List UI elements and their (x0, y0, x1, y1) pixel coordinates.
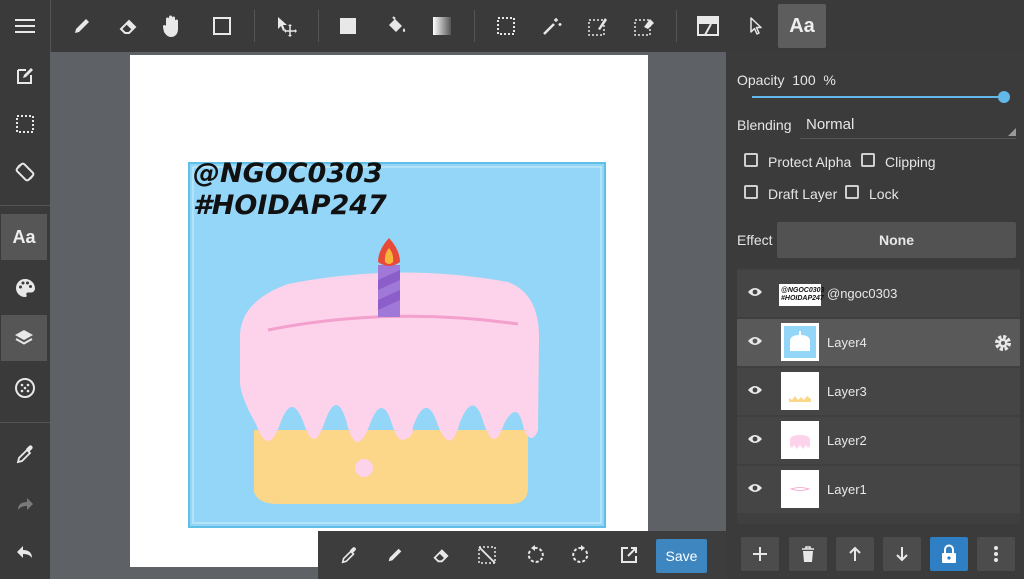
visibility-eye-icon[interactable] (747, 384, 763, 396)
layer-thumbnail: @NGOC0303 #HOIDAP247 (779, 284, 824, 306)
blending-select[interactable]: Normal (800, 112, 1016, 139)
rotate-left-icon[interactable] (516, 537, 554, 573)
pen-icon[interactable] (376, 537, 414, 573)
draft-layer-label: Draft Layer (768, 186, 838, 202)
rotate-right-icon[interactable] (562, 537, 600, 573)
more-vert-icon (994, 546, 998, 562)
hand-tool-icon[interactable] (150, 0, 194, 52)
visibility-eye-icon[interactable] (747, 286, 763, 298)
arrow-up-icon (849, 546, 861, 561)
layer-row-selected[interactable]: Layer4 (737, 319, 1020, 366)
text-tool-label: Aa (789, 14, 815, 37)
effect-value: None (879, 232, 914, 248)
visibility-eye-icon[interactable] (747, 335, 763, 347)
effect-button[interactable]: None (777, 222, 1016, 258)
move-selection-icon[interactable] (264, 0, 308, 52)
visibility-eye-icon[interactable] (747, 433, 763, 445)
sidebar-text-label: Aa (12, 226, 36, 247)
artwork-text-line1: @NGOC0303 (193, 158, 383, 189)
materials-icon[interactable] (0, 367, 50, 409)
layer-name: Layer4 (827, 335, 867, 350)
undo-icon[interactable] (0, 531, 50, 573)
selection-icon[interactable] (0, 103, 50, 145)
export-icon[interactable] (610, 537, 648, 573)
text-tool-button[interactable]: Aa (778, 4, 826, 48)
opacity-unit: % (823, 72, 836, 88)
select-eraser-icon[interactable] (622, 0, 666, 52)
fill-color-icon[interactable] (326, 0, 370, 52)
layer-row[interactable]: Layer1 (737, 466, 1020, 513)
arrow-down-icon (896, 547, 908, 562)
protect-alpha-checkbox[interactable] (744, 153, 758, 167)
layer-row[interactable]: Layer3 (737, 368, 1020, 415)
plus-icon (753, 547, 767, 561)
layer-thumbnail (781, 323, 819, 361)
lock-checkbox[interactable] (845, 185, 859, 199)
delete-layer-button[interactable] (789, 537, 827, 571)
layer-menu-button[interactable] (977, 537, 1015, 571)
pointer-icon[interactable] (734, 0, 778, 52)
rotate-canvas-icon[interactable] (0, 151, 50, 193)
layer-name: Layer1 (827, 482, 867, 497)
eyedropper-icon[interactable] (0, 433, 50, 475)
layer-thumbnail (781, 421, 819, 459)
select-pen-icon[interactable] (576, 0, 620, 52)
layer-thumbnail (781, 470, 819, 508)
rectangle-tool-icon[interactable] (200, 0, 244, 52)
opacity-label: Opacity 100 % (737, 72, 836, 88)
layer-thumbnail (781, 372, 819, 410)
trash-icon (802, 545, 814, 562)
layer-name: Layer2 (827, 433, 867, 448)
opacity-slider-thumb[interactable] (998, 91, 1010, 103)
eraser-icon[interactable] (422, 537, 460, 573)
layer-name: Layer3 (827, 384, 867, 399)
artwork-text-line2: #HOIDAP247 (193, 190, 387, 221)
clipping-checkbox[interactable] (861, 153, 875, 167)
frame-divider-icon[interactable] (686, 0, 730, 52)
blending-label: Blending (737, 117, 792, 133)
protect-alpha-label: Protect Alpha (768, 154, 852, 170)
palette-icon[interactable] (0, 267, 50, 309)
deselect-icon[interactable] (468, 537, 506, 573)
gradient-tool-icon[interactable] (420, 0, 464, 52)
eraser-tool-icon[interactable] (106, 0, 150, 52)
blending-value: Normal (806, 116, 855, 133)
artwork-text: @NGOC0303 #HOIDAP247 (193, 158, 387, 222)
layer-name: @ngoc0303 (827, 286, 898, 301)
add-layer-button[interactable] (741, 537, 779, 571)
bucket-tool-icon[interactable] (374, 0, 418, 52)
eyedropper-icon[interactable] (330, 537, 368, 573)
menu-icon[interactable] (0, 0, 50, 52)
draft-layer-checkbox[interactable] (744, 185, 758, 199)
move-layer-down-button[interactable] (883, 537, 921, 571)
save-button[interactable]: Save (656, 539, 707, 573)
move-layer-up-button[interactable] (836, 537, 874, 571)
effect-label: Effect (737, 232, 773, 248)
clipping-label: Clipping (885, 154, 936, 170)
redo-icon[interactable] (0, 483, 50, 525)
layers-icon (0, 317, 48, 359)
select-rectangle-icon[interactable] (484, 0, 528, 52)
save-label: Save (665, 548, 698, 564)
visibility-eye-icon[interactable] (747, 482, 763, 494)
sidebar-text-button[interactable]: Aa (1, 214, 47, 260)
lock-icon (942, 544, 956, 563)
lock-layer-button[interactable] (930, 537, 968, 571)
gear-icon[interactable] (993, 333, 1013, 353)
opacity-value: 100 (792, 72, 816, 88)
dropdown-corner-icon (1008, 128, 1016, 136)
magic-wand-icon[interactable] (530, 0, 574, 52)
edit-icon[interactable] (0, 55, 50, 97)
layer-row[interactable]: @NGOC0303 #HOIDAP247 @ngoc0303 (737, 270, 1020, 317)
pen-tool-icon[interactable] (60, 0, 104, 52)
opacity-slider-track[interactable] (752, 96, 1004, 98)
layer-row[interactable]: Layer2 (737, 417, 1020, 464)
lock-label: Lock (869, 186, 899, 202)
